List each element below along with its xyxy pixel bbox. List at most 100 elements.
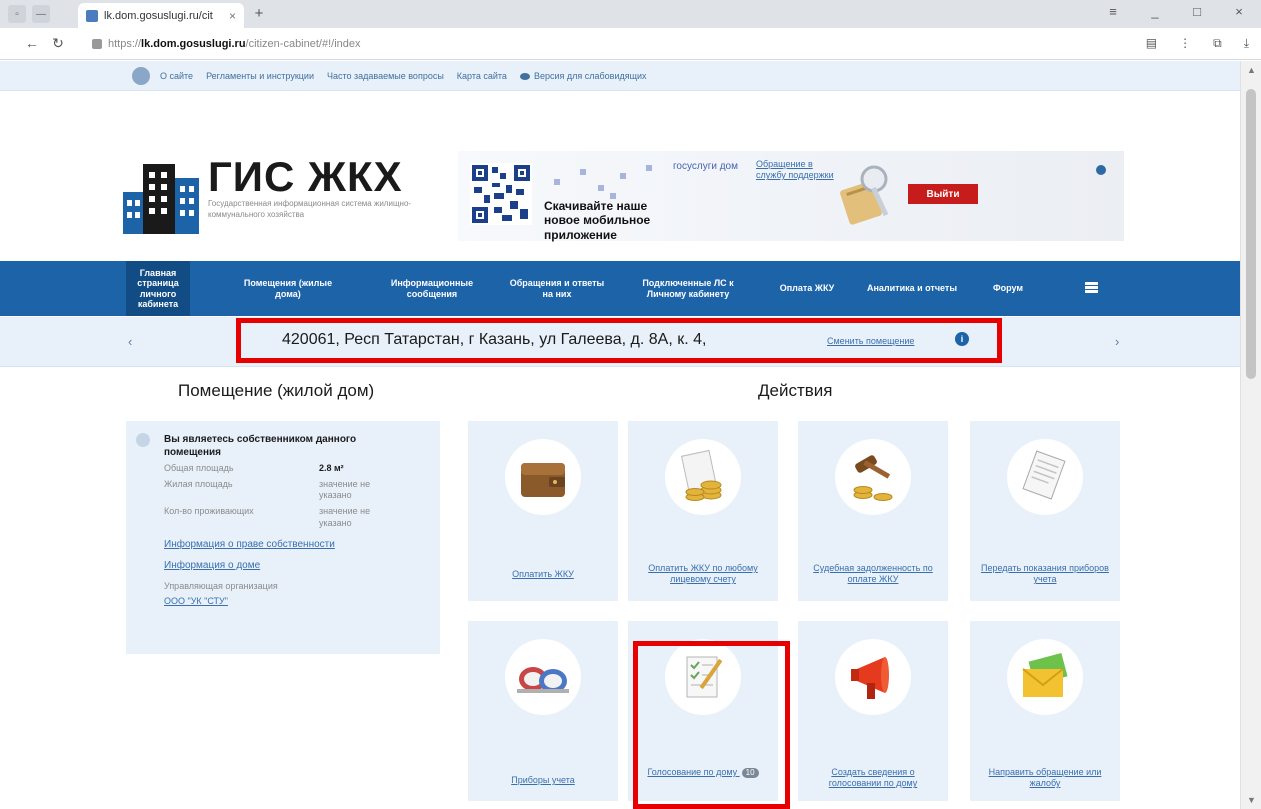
prev-premises-arrow-icon[interactable]: ‹ [128, 334, 132, 349]
tile-court-debt[interactable]: Судебная задолженность по оплате ЖКУ [798, 421, 948, 601]
coat-of-arms-icon [132, 66, 150, 85]
tile-create-voting-info[interactable]: Создать сведения о голосовании по дому [798, 621, 948, 801]
site-subtitle: Государственная информационная система ж… [208, 199, 412, 219]
browser-tab-bar: ▫ — lk.dom.gosuslugi.ru/cit × + ≡ _ □ × [0, 0, 1261, 28]
tile-send-appeal[interactable]: Направить обращение или жалобу [970, 621, 1120, 801]
reload-icon[interactable]: ↻ [48, 35, 68, 52]
tile-label[interactable]: Судебная задолженность по оплате ЖКУ [806, 563, 940, 586]
tab-list-icon[interactable]: — [32, 5, 50, 23]
wallet-icon [521, 463, 565, 497]
top-links-bar: О сайте Регламенты и инструкции Часто за… [0, 61, 1240, 91]
premises-info-panel: Вы являетесь собственником данного помещ… [126, 421, 440, 654]
nav-home[interactable]: Главная страница личного кабинета [126, 261, 190, 316]
site-title: ГИС ЖКХ [208, 153, 403, 200]
premises-address-bar: ‹ 420061, Респ Татарстан, г Казань, ул Г… [0, 317, 1240, 367]
more-options-icon[interactable]: ⋮ [1179, 36, 1191, 51]
nav-forum[interactable]: Форум [978, 261, 1038, 316]
water-meter-icon [517, 667, 569, 693]
total-area-label: Общая площадь [164, 463, 234, 473]
scroll-up-icon[interactable]: ▲ [1247, 65, 1256, 75]
browser-tab[interactable]: lk.dom.gosuslugi.ru/cit × [78, 3, 244, 28]
tile-label[interactable]: Передать показания приборов учета [978, 563, 1112, 586]
nav-analytics[interactable]: Аналитика и отчеты [862, 261, 962, 316]
document-icon [1022, 450, 1066, 500]
banner-close-icon[interactable] [1096, 165, 1106, 175]
tab-close-icon[interactable]: × [229, 9, 236, 23]
living-area-value: значение не указано [319, 478, 371, 501]
about-link[interactable]: О сайте [160, 71, 193, 81]
download-icon[interactable]: ⤓ [1244, 36, 1249, 51]
regulations-link[interactable]: Регламенты и инструкции [206, 71, 314, 81]
browser-menu-icon[interactable]: ≡ [1101, 4, 1125, 19]
lock-icon [92, 39, 102, 49]
app-promo-text: Скачивайте наше новое мобильное приложен… [544, 199, 651, 242]
scroll-down-icon[interactable]: ▼ [1247, 795, 1256, 805]
tab-actions-icon[interactable]: ▫ [8, 5, 26, 23]
residents-label: Кол-во проживающих [164, 506, 254, 517]
tile-meters[interactable]: Приборы учета [468, 621, 618, 801]
app-banner: госуслуги дом Скачивайте наше новое моби… [458, 151, 1124, 242]
nav-payment[interactable]: Оплата ЖКУ [764, 261, 850, 316]
total-area-value: 2.8 м² [319, 463, 344, 473]
address-bar-actions: ▤ ⋮ ⧉ ⤓ [1146, 36, 1249, 51]
megaphone-icon [851, 657, 889, 699]
living-area-label: Жилая площадь [164, 478, 233, 489]
support-link[interactable]: Обращение в службу поддержки [756, 159, 834, 182]
house-info-link[interactable]: Информация о доме [164, 560, 426, 571]
ownership-info-link[interactable]: Информация о праве собственности [164, 539, 426, 550]
actions-section-title: Действия [758, 381, 833, 400]
minimize-button[interactable]: _ [1143, 4, 1167, 19]
qr-code-icon[interactable] [470, 163, 532, 225]
web-page: О сайте Регламенты и инструкции Часто за… [0, 61, 1240, 809]
gosuslugi-logo: госуслуги дом [673, 161, 738, 172]
gavel-icon [853, 455, 893, 501]
url-field[interactable]: https:// lk.dom.gosuslugi.ru /citizen-ca… [92, 33, 1092, 55]
management-org-label: Управляющая организация [164, 581, 278, 592]
eye-icon [519, 72, 530, 80]
collections-icon[interactable]: ⧉ [1213, 36, 1222, 51]
maximize-button[interactable]: □ [1185, 4, 1209, 19]
next-premises-arrow-icon[interactable]: › [1115, 334, 1119, 349]
faq-link[interactable]: Часто задаваемые вопросы [327, 71, 444, 81]
nav-messages[interactable]: Информационные сообщения [367, 261, 497, 316]
nav-appeals[interactable]: Обращения и ответы на них [508, 261, 606, 316]
tile-label[interactable]: Оплатить ЖКУ [476, 569, 610, 580]
tile-pay-utilities[interactable]: Оплатить ЖКУ [468, 421, 618, 601]
tab-title: lk.dom.gosuslugi.ru/cit [104, 9, 213, 22]
main-navigation: Главная страница личного кабинета Помеще… [0, 261, 1240, 316]
management-org-link[interactable]: ООО "УК "СТУ" [164, 596, 228, 606]
coins-invoice-icon [680, 449, 722, 501]
help-icon[interactable] [136, 433, 150, 447]
nav-premises[interactable]: Помещения (жилые дома) [236, 261, 340, 316]
url-path: /citizen-cabinet/#!/index [245, 38, 361, 50]
envelope-icon [1022, 653, 1068, 697]
page-scrollbar[interactable]: ▲ ▼ [1240, 61, 1261, 809]
residents-value: значение не указано [319, 506, 371, 528]
building-logo-icon [123, 164, 199, 234]
logout-button[interactable]: Выйти [908, 184, 978, 204]
url-host: lk.dom.gosuslugi.ru [141, 38, 246, 50]
voting-highlight-box [633, 641, 790, 809]
scrollbar-thumb[interactable] [1246, 89, 1256, 379]
reader-mode-icon[interactable]: ▤ [1146, 36, 1157, 51]
menu-hamburger-icon[interactable] [1085, 282, 1098, 293]
change-premises-link[interactable]: Сменить помещение [827, 336, 914, 346]
info-icon[interactable]: i [955, 332, 969, 346]
tile-label[interactable]: Приборы учета [476, 775, 610, 786]
tile-label[interactable]: Оплатить ЖКУ по любому лицевому счету [636, 563, 770, 586]
owner-status: Вы являетесь собственником данного помещ… [164, 434, 357, 458]
tile-pay-any-account[interactable]: Оплатить ЖКУ по любому лицевому счету [628, 421, 778, 601]
tile-label[interactable]: Создать сведения о голосовании по дому [806, 767, 940, 790]
sitemap-link[interactable]: Карта сайта [457, 71, 507, 81]
tile-label[interactable]: Направить обращение или жалобу [978, 767, 1112, 790]
nav-linked-accounts[interactable]: Подключенные ЛС к Личному кабинету [624, 261, 752, 316]
keys-icon [840, 165, 889, 225]
premises-section-title: Помещение (жилой дом) [178, 381, 375, 400]
site-header: ГИС ЖКХ Государственная информационная с… [0, 91, 1240, 261]
back-arrow-icon[interactable]: ← [22, 35, 42, 51]
browser-address-bar: ← ↻ https:// lk.dom.gosuslugi.ru /citize… [0, 28, 1261, 60]
close-window-button[interactable]: × [1227, 4, 1251, 19]
new-tab-button[interactable]: + [250, 5, 268, 23]
tile-meter-readings[interactable]: Передать показания приборов учета [970, 421, 1120, 601]
accessibility-link[interactable]: Версия для слабовидящих [519, 71, 647, 81]
